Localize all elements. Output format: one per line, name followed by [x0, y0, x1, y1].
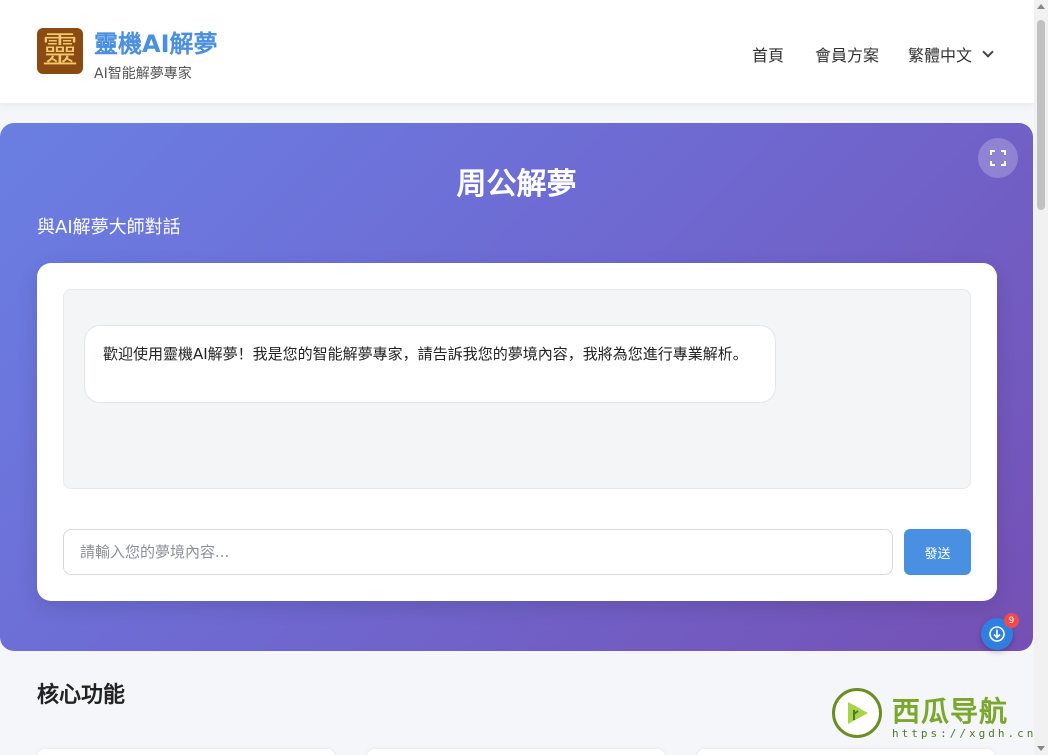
brand-subtitle: AI智能解夢專家 — [94, 66, 192, 82]
welcome-message: 歡迎使用靈機AI解夢！我是您的智能解夢專家，請告訴我您的夢境內容，我將為您進行專… — [84, 325, 776, 403]
site-header: 靈 靈機AI解夢 AI智能解夢專家 首頁 會員方案 繁體中文 — [0, 0, 1034, 103]
notification-badge: 9 — [1004, 613, 1019, 628]
nav-plans-link[interactable]: 會員方案 — [815, 42, 879, 66]
feature-card[interactable] — [37, 749, 335, 755]
chat-messages[interactable]: 歡迎使用靈機AI解夢！我是您的智能解夢專家，請告訴我您的夢境內容，我將為您進行專… — [63, 289, 971, 489]
language-selector[interactable]: 繁體中文 — [908, 42, 994, 66]
scroll-up-arrow-icon[interactable] — [1037, 4, 1045, 9]
logo[interactable]: 靈 — [37, 28, 83, 74]
features-heading: 核心功能 — [37, 683, 126, 708]
brand-title[interactable]: 靈機AI解夢 — [94, 24, 218, 59]
nav-home-link[interactable]: 首頁 — [752, 42, 784, 66]
hero-section: 周公解夢 與AI解夢大師對話 歡迎使用靈機AI解夢！我是您的智能解夢專家，請告訴… — [0, 123, 1033, 651]
dream-input[interactable] — [63, 529, 893, 575]
hero-title: 周公解夢 — [456, 167, 577, 202]
page-scrollbar[interactable] — [1034, 0, 1048, 755]
watermark-logo — [832, 688, 882, 738]
feature-card[interactable] — [367, 749, 665, 755]
chat-panel: 歡迎使用靈機AI解夢！我是您的智能解夢專家，請告訴我您的夢境內容，我將為您進行專… — [37, 263, 997, 601]
melon-icon — [848, 702, 868, 724]
logo-glyph: 靈 — [41, 30, 78, 71]
download-icon — [989, 626, 1005, 642]
language-label: 繁體中文 — [908, 46, 973, 65]
send-button[interactable]: 發送 — [904, 529, 971, 575]
watermark-url: https://xgdh.cn — [892, 727, 1037, 740]
scroll-down-arrow-icon[interactable] — [1037, 746, 1045, 751]
feature-card[interactable] — [697, 749, 995, 755]
hero-subtitle: 與AI解夢大師對話 — [37, 217, 181, 238]
chevron-down-icon — [982, 46, 994, 58]
scroll-thumb[interactable] — [1037, 20, 1045, 210]
watermark-title: 西瓜导航 — [892, 695, 1009, 728]
